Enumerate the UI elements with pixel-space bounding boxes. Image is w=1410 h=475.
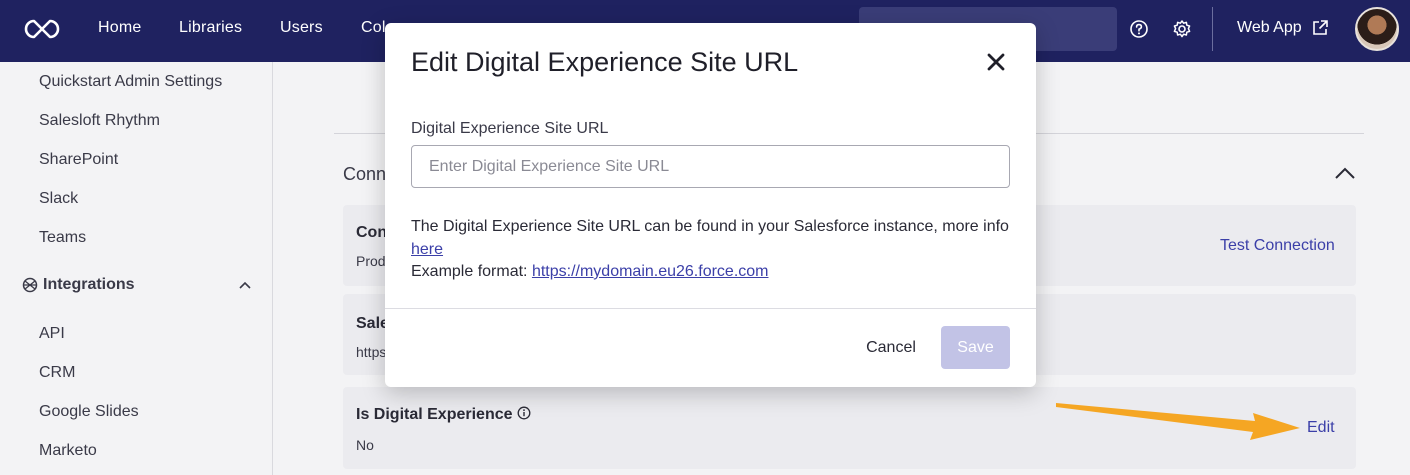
example-label: Example format: xyxy=(411,263,528,280)
example-url-link[interactable]: https://mydomain.eu26.force.com xyxy=(532,263,769,280)
dialog-title: Edit Digital Experience Site URL xyxy=(411,47,799,77)
save-button[interactable]: Save xyxy=(941,326,1010,369)
help-here-link[interactable]: here xyxy=(411,241,443,258)
help-text-block: The Digital Experience Site URL can be f… xyxy=(411,216,1011,284)
digital-experience-url-input[interactable] xyxy=(411,145,1010,188)
close-icon[interactable] xyxy=(985,51,1007,73)
edit-url-dialog: Edit Digital Experience Site URL Digital… xyxy=(385,23,1036,387)
cancel-button[interactable]: Cancel xyxy=(855,326,927,369)
help-text: The Digital Experience Site URL can be f… xyxy=(411,218,1009,235)
field-label: Digital Experience Site URL xyxy=(411,120,609,137)
dialog-divider xyxy=(385,308,1036,309)
